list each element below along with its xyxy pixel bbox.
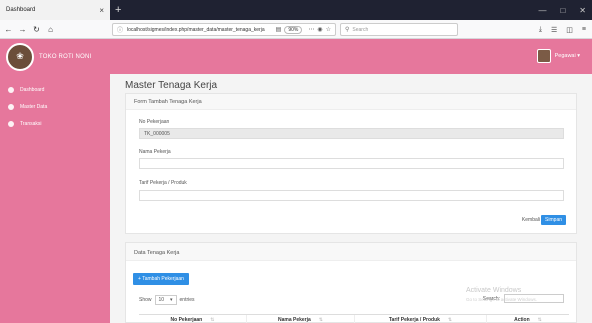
browser-toolbar: ← → ↻ ⌂ ⓘ localhost/sigmes/index.php/mas… (0, 20, 592, 39)
show-label: Show (139, 297, 152, 303)
brand-name: TOKO ROTI NONI (39, 54, 92, 60)
zoom-level[interactable]: 90% (284, 25, 303, 34)
info-icon[interactable]: ⓘ (117, 25, 123, 34)
entries-label: entries (179, 297, 195, 303)
reader-icon[interactable]: ▤ (276, 26, 282, 33)
menu-icon[interactable]: ≡ (582, 26, 586, 33)
table-card-title: Data Tenaga Kerja (126, 243, 576, 261)
add-pekerjaan-button[interactable]: + Tambah Pekerjaan (133, 273, 189, 285)
sort-icon: ⇅ (210, 316, 215, 323)
tab-title: Dashboard (6, 7, 36, 13)
sort-icon: ⇅ (318, 316, 323, 323)
column-label: Nama Pekerja (277, 316, 311, 323)
no-pekerjaan-field: TK_000005 (139, 128, 564, 139)
tarif-pekerja-label: Tarif Pekerja / Produk (139, 180, 187, 186)
table-header: No Pekerjaan ⇅ Nama Pekerja ⇅ Tarif Peke… (139, 314, 569, 323)
sidebar-item-transaksi[interactable]: Transaksi (0, 118, 110, 130)
forward-icon[interactable]: → (17, 25, 28, 34)
minimize-icon[interactable]: — (538, 6, 546, 15)
maximize-icon[interactable]: □ (560, 6, 565, 15)
page-title: Master Tenaga Kerja (125, 80, 218, 91)
tarif-pekerja-input[interactable] (139, 190, 564, 201)
pocket-icon[interactable]: ◉ (317, 26, 322, 33)
column-label: No Pekerjaan (170, 316, 203, 323)
window-controls: — □ ✕ (538, 0, 586, 20)
main-content: Master Tenaga Kerja Form Tambah Tenaga K… (110, 74, 592, 323)
column-label: Action (514, 316, 530, 323)
browser-tab[interactable]: Dashboard × (0, 0, 110, 20)
url-text: localhost/sigmes/index.php/master_data/m… (127, 26, 265, 33)
url-bar[interactable]: ⓘ localhost/sigmes/index.php/master_data… (112, 23, 336, 36)
nama-pekerja-label: Nama Pekerja (139, 149, 171, 155)
brand[interactable]: ❀ TOKO ROTI NONI (6, 43, 91, 71)
entries-value: 10 (158, 297, 165, 303)
nama-pekerja-input[interactable] (139, 158, 564, 169)
activate-windows-subtext: Go to Settings to activate Windows. (466, 297, 538, 302)
sidebar-item-dashboard[interactable]: Dashboard (0, 84, 110, 96)
sidebar: Dashboard Master Data Transaksi (0, 74, 110, 323)
simpan-button[interactable]: Simpan (541, 215, 566, 225)
form-card-title: Form Tambah Tenaga Kerja (126, 94, 576, 110)
library-icon[interactable]: ☰ (551, 26, 557, 34)
chevron-down-icon: ▾ (170, 297, 173, 303)
more-icon[interactable]: ⋯ (308, 26, 314, 33)
user-menu[interactable]: Pegawai ▾ (536, 49, 580, 63)
browser-tools: ⤓ ☰ ◫ ≡ (539, 23, 586, 36)
user-name: Pegawai ▾ (554, 53, 580, 59)
sort-icon: ⇅ (537, 316, 542, 323)
sidebar-item-label: Dashboard (20, 87, 45, 93)
column-header[interactable]: Nama Pekerja ⇅ (247, 315, 355, 323)
close-window-icon[interactable]: ✕ (579, 6, 586, 15)
avatar (536, 49, 551, 63)
activate-windows-watermark: Activate Windows (466, 287, 522, 294)
logo: ❀ (6, 43, 34, 71)
column-header[interactable]: No Pekerjaan ⇅ (139, 315, 247, 323)
sort-icon: ⇅ (447, 316, 453, 323)
app-header: ❀ TOKO ROTI NONI Pegawai ▾ (0, 39, 592, 74)
search-placeholder: Search (352, 26, 369, 33)
bookmark-star-icon[interactable]: ☆ (326, 26, 331, 33)
no-pekerjaan-label: No Pekerjaan (139, 119, 170, 125)
transaksi-icon (8, 121, 14, 127)
column-header[interactable]: Action ⇅ (487, 315, 569, 323)
master-data-icon (8, 104, 14, 110)
download-icon[interactable]: ⤓ (539, 26, 542, 34)
form-card: Form Tambah Tenaga Kerja No Pekerjaan TK… (125, 93, 577, 234)
column-header[interactable]: Tarif Pekerja / Produk ⇅ (355, 315, 487, 323)
entries-control: Show 10 ▾ entries (139, 295, 195, 305)
search-bar[interactable]: ⚲ Search (340, 23, 458, 36)
reload-icon[interactable]: ↻ (31, 25, 42, 34)
search-icon: ⚲ (345, 27, 350, 33)
sidebar-item-label: Master Data (20, 104, 48, 110)
sidebar-icon[interactable]: ◫ (566, 26, 573, 34)
new-tab-button[interactable]: + (115, 4, 121, 16)
dashboard-icon (8, 87, 14, 93)
close-tab-icon[interactable]: × (99, 6, 104, 15)
back-icon[interactable]: ← (3, 25, 14, 34)
sidebar-item-label: Transaksi (20, 121, 42, 127)
entries-select[interactable]: 10 ▾ (154, 295, 177, 305)
table-card: Data Tenaga Kerja + Tambah Pekerjaan Sho… (125, 242, 577, 323)
sidebar-item-master-data[interactable]: Master Data (0, 101, 110, 113)
column-label: Tarif Pekerja / Produk (388, 316, 440, 323)
home-icon[interactable]: ⌂ (45, 25, 56, 34)
browser-titlebar: Dashboard × + — □ ✕ (0, 0, 592, 20)
